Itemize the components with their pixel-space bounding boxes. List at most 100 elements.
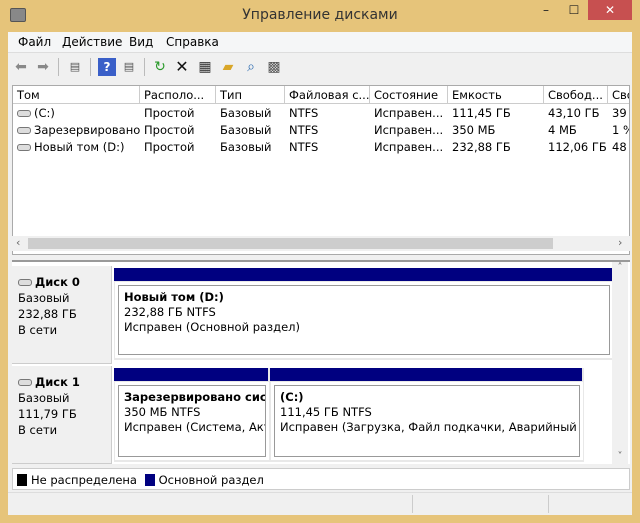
client-area: Файл Действие Вид Справка ⬅ ➡ ▤ ? ▤ ↻ ✕ … xyxy=(8,32,632,515)
table-cell: Базовый xyxy=(216,122,285,139)
table-cell: 4 МБ xyxy=(544,122,608,139)
table-cell: Новый том (D:) xyxy=(13,139,140,156)
table-cell: Исправен... xyxy=(370,122,448,139)
close-button[interactable]: ✕ xyxy=(588,0,632,20)
table-cell: Базовый xyxy=(216,139,285,156)
unallocated-swatch xyxy=(17,474,27,486)
partition-d[interactable]: Новый том (D:) 232,88 ГБ NTFS Исправен (… xyxy=(115,282,613,358)
disk-type: Базовый xyxy=(18,291,70,305)
scrollbar-thumb[interactable] xyxy=(28,238,553,249)
menu-file[interactable]: Файл xyxy=(18,35,51,49)
maximize-button[interactable]: ☐ xyxy=(560,0,588,20)
disk-status: В сети xyxy=(18,423,58,437)
open-icon[interactable]: ▰ xyxy=(219,58,237,76)
properties-icon[interactable]: ▦ xyxy=(196,58,214,76)
back-icon[interactable]: ⬅ xyxy=(12,58,30,76)
cell-text: Исправен... xyxy=(374,140,444,154)
column-header-status[interactable]: Состояние xyxy=(370,86,448,104)
column-header-layout[interactable]: Располо... xyxy=(140,86,216,104)
table-cell: 1 % xyxy=(608,122,629,139)
scroll-right-icon[interactable]: › xyxy=(618,236,622,249)
help-icon[interactable]: ? xyxy=(98,58,116,76)
settings-icon[interactable]: ▩ xyxy=(265,58,283,76)
partition-reserved[interactable]: Зарезервировано систем 350 МБ NTFS Испра… xyxy=(115,382,269,460)
status-separator xyxy=(548,495,549,513)
partition-size: 232,88 ГБ NTFS xyxy=(124,305,216,319)
table-row[interactable]: Новый том (D:) Простой Базовый NTFS Исправен… xyxy=(13,139,629,156)
menu-bar: Файл Действие Вид Справка xyxy=(8,32,632,53)
table-row[interactable]: (C:) Простой Базовый NTFS Исправен... 111,45 … xyxy=(13,105,629,122)
cell-text: NTFS xyxy=(289,106,319,120)
table-cell: NTFS xyxy=(285,105,370,122)
minimize-button[interactable]: – xyxy=(532,0,560,20)
table-cell: Простой xyxy=(140,105,216,122)
cell-text: 111,45 ГБ xyxy=(452,106,511,120)
cell-text: Базовый xyxy=(220,123,272,137)
disk-0-label[interactable]: Диск 0 Базовый 232,88 ГБ В сети xyxy=(12,266,112,364)
console-tree-icon[interactable]: ▤ xyxy=(66,58,84,76)
vertical-scrollbar[interactable]: ˄ ˅ xyxy=(612,262,628,464)
column-header-volume[interactable]: Том xyxy=(13,86,140,104)
toolbar-separator xyxy=(144,58,145,76)
partition-size: 111,45 ГБ NTFS xyxy=(280,405,372,419)
disk-status: В сети xyxy=(18,323,58,337)
table-cell: 39 xyxy=(608,105,629,122)
table-cell: 48 xyxy=(608,139,629,156)
column-header-filesystem[interactable]: Файловая с... xyxy=(285,86,370,104)
scroll-down-icon[interactable]: ˅ xyxy=(612,451,628,462)
refresh-icon[interactable]: ↻ xyxy=(151,58,169,76)
scroll-left-icon[interactable]: ‹ xyxy=(16,236,20,249)
partition-c-wrap: (C:) 111,45 ГБ NTFS Исправен (Загрузка, … xyxy=(270,368,583,462)
partition-reserved-wrap: Зарезервировано систем 350 МБ NTFS Испра… xyxy=(114,368,269,462)
cell-text: NTFS xyxy=(289,140,319,154)
column-header-type[interactable]: Тип xyxy=(216,86,285,104)
toolbar-separator xyxy=(90,58,91,76)
primary-partition-swatch xyxy=(144,474,155,486)
action-pane-icon[interactable]: ▤ xyxy=(120,58,138,76)
cell-text: 112,06 ГБ xyxy=(548,140,607,154)
cell-text: 39 xyxy=(612,106,627,120)
cell-text: Простой xyxy=(144,140,195,154)
primary-partition-bar xyxy=(114,268,612,281)
table-cell: 350 МБ xyxy=(448,122,544,139)
disk-1-label[interactable]: Диск 1 Базовый 111,79 ГБ В сети xyxy=(12,366,112,464)
cell-text: 1 % xyxy=(612,123,629,137)
column-header-free-percent[interactable]: Сво xyxy=(608,86,629,104)
column-header-free[interactable]: Свобод... xyxy=(544,86,608,104)
scroll-up-icon[interactable]: ˄ xyxy=(612,262,628,273)
table-cell: (C:) xyxy=(13,105,140,122)
volume-list: Том Располо... Тип Файловая с... Состоян… xyxy=(12,85,630,255)
cell-text: NTFS xyxy=(289,123,319,137)
forward-icon[interactable]: ➡ xyxy=(34,58,52,76)
disk-size: 232,88 ГБ xyxy=(18,307,77,321)
disk-icon xyxy=(18,279,32,286)
menu-view[interactable]: Вид xyxy=(129,35,153,49)
delete-icon[interactable]: ✕ xyxy=(173,58,191,76)
column-header-capacity[interactable]: Емкость xyxy=(448,86,544,104)
cell-text: Зарезервировано... xyxy=(34,123,140,137)
table-cell: Исправен... xyxy=(370,139,448,156)
table-cell: NTFS xyxy=(285,139,370,156)
legend-unallocated: Не распределена xyxy=(31,473,137,487)
table-cell: Исправен... xyxy=(370,105,448,122)
cell-text: 4 МБ xyxy=(548,123,577,137)
partition-state: Исправен (Загрузка, Файл подкачки, Авари… xyxy=(280,420,580,434)
table-cell: Простой xyxy=(140,139,216,156)
table-row[interactable]: Зарезервировано... Простой Базовый NTFS Испр… xyxy=(13,122,629,139)
disk-name: Диск 0 xyxy=(35,275,80,289)
search-icon[interactable]: ⌕ xyxy=(242,58,260,76)
title-bar: Управление дисками – ☐ ✕ xyxy=(0,0,640,32)
partition-size: 350 МБ NTFS xyxy=(124,405,201,419)
menu-help[interactable]: Справка xyxy=(166,35,219,49)
cell-text: 350 МБ xyxy=(452,123,496,137)
volume-icon xyxy=(17,110,31,117)
horizontal-scrollbar[interactable]: ‹ › xyxy=(12,236,630,251)
disk-1-partitions: Зарезервировано систем 350 МБ NTFS Испра… xyxy=(114,368,584,462)
partition-c[interactable]: (C:) 111,45 ГБ NTFS Исправен (Загрузка, … xyxy=(271,382,583,460)
table-cell: 43,10 ГБ xyxy=(544,105,608,122)
menu-action[interactable]: Действие xyxy=(62,35,122,49)
disk-size: 111,79 ГБ xyxy=(18,407,77,421)
legend: Не распределена Основной раздел xyxy=(12,468,630,490)
cell-text: Базовый xyxy=(220,140,272,154)
table-cell: 232,88 ГБ xyxy=(448,139,544,156)
